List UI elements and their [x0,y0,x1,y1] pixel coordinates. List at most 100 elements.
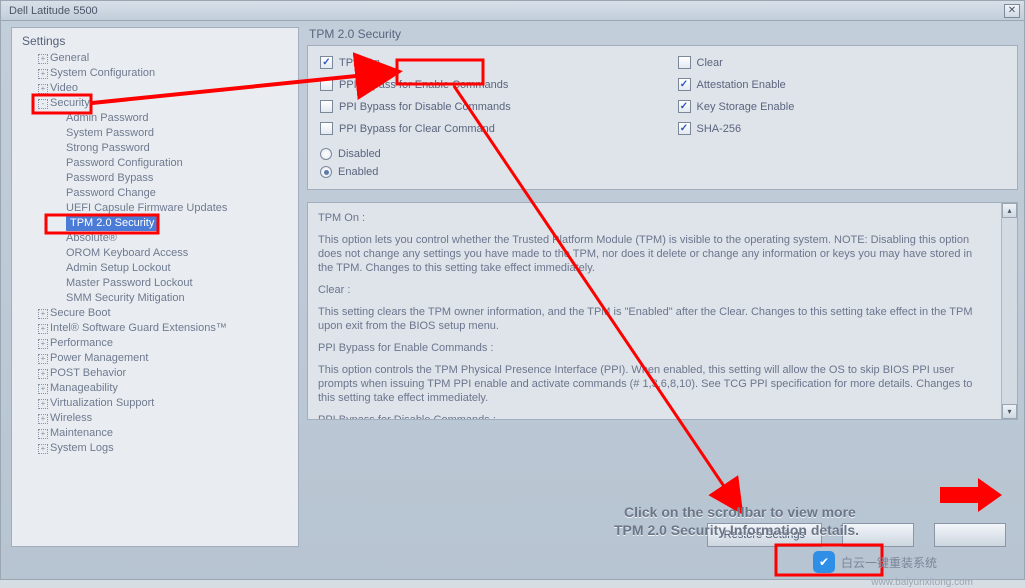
radio-label: Enabled [338,163,378,181]
tree-item-label: Intel® Software Guard Extensions™ [50,321,227,336]
expand-icon[interactable]: + [38,444,48,454]
tree-item-wireless[interactable]: +Wireless [18,411,294,426]
checkbox-icon[interactable]: ✓ [678,122,691,135]
tree-item-strong-password[interactable]: Strong Password [18,141,294,156]
scroll-track[interactable] [1002,218,1017,404]
titlebar: Dell Latitude 5500 ✕ [1,1,1024,21]
watermark: ✔ 白云一键重装系统 [813,551,937,573]
radio-disabled[interactable]: Disabled [320,145,1005,163]
radio-icon[interactable] [320,148,332,160]
tree-item-label: Strong Password [66,141,150,156]
tree-item-label: Manageability [50,381,118,396]
option-key-storage-enable[interactable]: ✓ Key Storage Enable [678,100,1006,113]
tree-item-password-change[interactable]: Password Change [18,186,294,201]
radio-label: Disabled [338,145,381,163]
expand-icon[interactable]: + [38,399,48,409]
tree-item-system-password[interactable]: System Password [18,126,294,141]
tree-item-password-bypass[interactable]: Password Bypass [18,171,294,186]
tree-item-master-password-lockout[interactable]: Master Password Lockout [18,276,294,291]
expand-icon[interactable]: + [38,354,48,364]
expand-icon[interactable]: + [38,69,48,79]
expand-icon[interactable]: + [38,429,48,439]
tree-item-system-configuration[interactable]: +System Configuration [18,66,294,81]
tree-item-label: Absolute® [66,231,117,246]
checkbox-icon[interactable] [320,100,333,113]
option-label: PPI Bypass for Clear Command [339,123,495,135]
tree-item-absolute-[interactable]: Absolute® [18,231,294,246]
expand-icon[interactable]: + [38,309,48,319]
expand-icon[interactable]: + [38,369,48,379]
info-scrollbar[interactable]: ▴ ▾ [1001,203,1017,419]
info-paragraph: This setting clears the TPM owner inform… [318,305,989,333]
tree-item-label: Secure Boot [50,306,111,321]
expand-icon[interactable]: + [38,324,48,334]
tree-item-maintenance[interactable]: +Maintenance [18,426,294,441]
tree-item-label: Password Configuration [66,156,183,171]
info-paragraph: This option controls the TPM Physical Pr… [318,363,989,405]
tree-item-label: Video [50,81,78,96]
option-label: Key Storage Enable [697,101,795,113]
collapse-icon[interactable]: - [38,99,48,109]
exit-button[interactable]: Exit [934,523,1006,547]
tree-item-label: System Configuration [50,66,155,81]
tree-item-performance[interactable]: +Performance [18,336,294,351]
expand-icon[interactable]: + [38,84,48,94]
expand-icon[interactable]: + [38,339,48,349]
radio-enabled[interactable]: Enabled [320,163,1005,181]
tree-item-admin-password[interactable]: Admin Password [18,111,294,126]
options-box: ✓TPM On Clear PPI Bypass for Enable Comman… [307,45,1018,190]
tree-item-uefi-capsule-firmware-updates[interactable]: UEFI Capsule Firmware Updates [18,201,294,216]
checkbox-icon[interactable]: ✓ [320,56,333,69]
option-ppi-bypass-for-disable-commands[interactable]: PPI Bypass for Disable Commands [320,100,648,113]
checkbox-icon[interactable] [678,56,691,69]
tree-item-password-configuration[interactable]: Password Configuration [18,156,294,171]
tree-item-intel-software-guard-extensions-[interactable]: +Intel® Software Guard Extensions™ [18,321,294,336]
tree-item-tpm-2-0-security[interactable]: TPM 2.0 Security [18,216,294,231]
checkbox-icon[interactable]: ✓ [678,78,691,91]
tree-item-system-logs[interactable]: +System Logs [18,441,294,456]
watermark-icon: ✔ [813,551,835,573]
tree-item-label: Password Change [66,186,156,201]
expand-icon[interactable]: + [38,384,48,394]
tree-item-label: Admin Setup Lockout [66,261,171,276]
settings-tree: Settings +General+System Configuration+V… [11,27,299,547]
checkbox-icon[interactable] [320,78,333,91]
tree-item-security[interactable]: -Security [18,96,294,111]
tree-item-label: UEFI Capsule Firmware Updates [66,201,227,216]
tree-item-admin-setup-lockout[interactable]: Admin Setup Lockout [18,261,294,276]
hint-line-2: TPM 2.0 Security Information details. [614,522,859,538]
tree-item-smm-security-mitigation[interactable]: SMM Security Mitigation [18,291,294,306]
window-title: Dell Latitude 5500 [5,5,1004,17]
info-paragraph: This option lets you control whether the… [318,233,989,275]
tree-item-virtualization-support[interactable]: +Virtualization Support [18,396,294,411]
tree-item-orom-keyboard-access[interactable]: OROM Keyboard Access [18,246,294,261]
option-label: PPI Bypass for Enable Commands [339,79,508,91]
expand-icon[interactable]: + [38,54,48,64]
option-tpm-on[interactable]: ✓TPM On [320,56,648,69]
expand-icon[interactable]: + [38,414,48,424]
checkbox-icon[interactable] [320,122,333,135]
tree-item-general[interactable]: +General [18,51,294,66]
tree-item-power-management[interactable]: +Power Management [18,351,294,366]
tree-item-label: Security [50,96,90,111]
tree-item-secure-boot[interactable]: +Secure Boot [18,306,294,321]
tree-item-post-behavior[interactable]: +POST Behavior [18,366,294,381]
close-button[interactable]: ✕ [1004,4,1020,18]
checkbox-icon[interactable]: ✓ [678,100,691,113]
option-label: Clear [697,57,723,69]
tree-item-label: Admin Password [66,111,149,126]
tree-item-video[interactable]: +Video [18,81,294,96]
info-box: TPM On :This option lets you control whe… [307,202,1018,420]
option-attestation-enable[interactable]: ✓Attestation Enable [678,78,1006,91]
radio-icon[interactable] [320,166,332,178]
tree-item-label: System Logs [50,441,114,456]
tree-item-label: Virtualization Support [50,396,154,411]
option-ppi-bypass-for-clear-command[interactable]: PPI Bypass for Clear Command [320,122,648,135]
scroll-down-button[interactable]: ▾ [1002,404,1017,419]
scroll-up-button[interactable]: ▴ [1002,203,1017,218]
option-sha-256[interactable]: ✓SHA-256 [678,122,1006,135]
option-clear[interactable]: Clear [678,56,1006,69]
option-ppi-bypass-for-enable-commands[interactable]: PPI Bypass for Enable Commands [320,78,648,91]
info-heading: PPI Bypass for Disable Commands : [318,413,989,420]
tree-item-manageability[interactable]: +Manageability [18,381,294,396]
